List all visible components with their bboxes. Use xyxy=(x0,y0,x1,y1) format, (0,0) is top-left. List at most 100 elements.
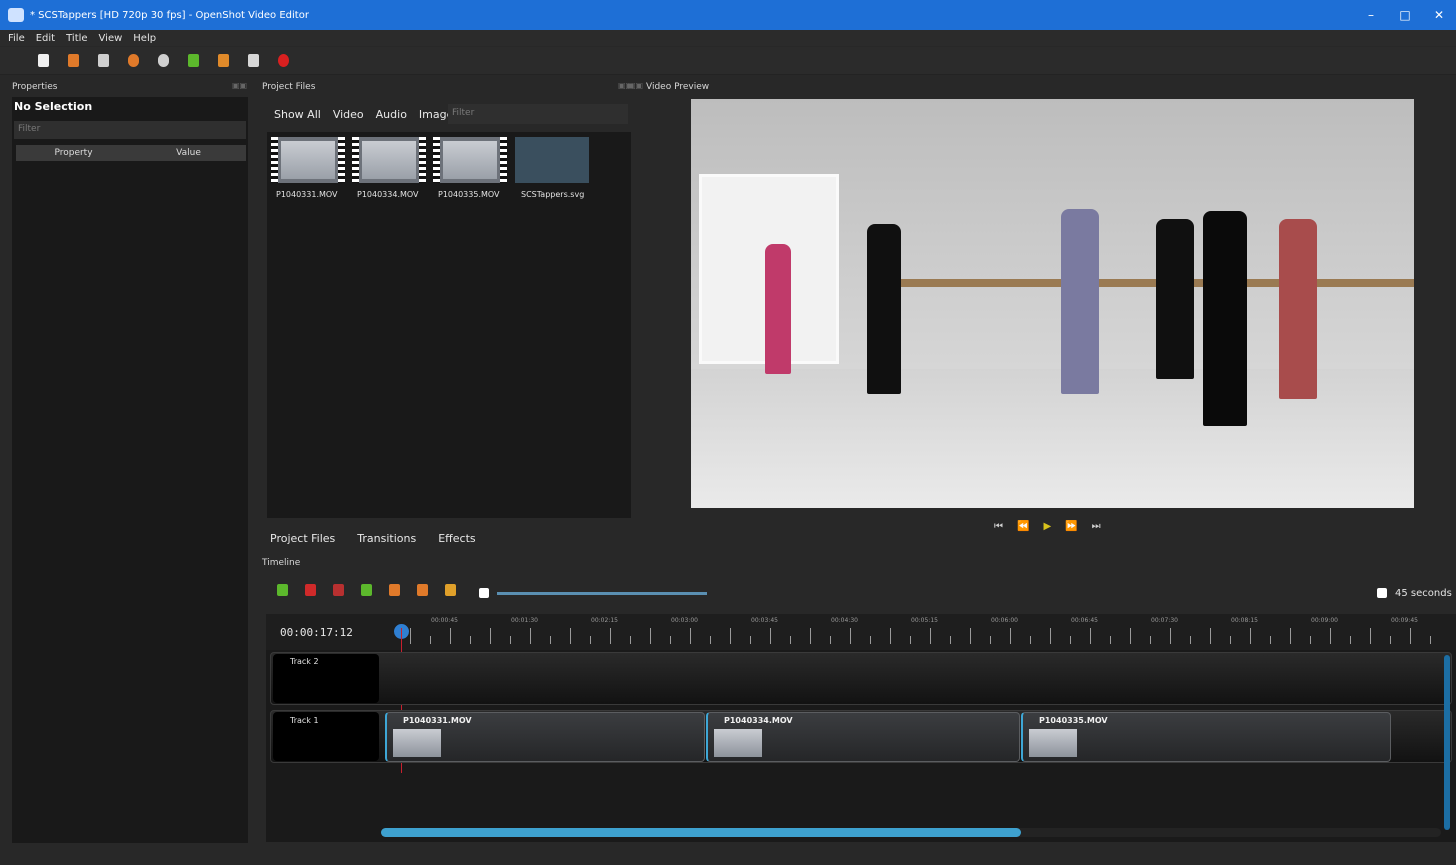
save-project-icon[interactable] xyxy=(98,54,109,67)
ruler-tick-label: 00:00:45 xyxy=(431,617,458,624)
ruler-tick xyxy=(450,628,451,644)
ruler-tick-label: 00:04:30 xyxy=(831,617,858,624)
jump-end-icon[interactable]: ⏭ xyxy=(1092,521,1101,532)
clip-name: P1040334.MOV xyxy=(724,716,793,725)
timeline-vertical-scrollbar[interactable] xyxy=(1444,655,1450,830)
redo-icon[interactable] xyxy=(158,54,169,67)
dock-grip-icon[interactable]: ▣▣ xyxy=(628,81,643,90)
ruler-tick xyxy=(430,636,431,644)
ruler-tick xyxy=(650,628,651,644)
file-thumbnail[interactable] xyxy=(433,137,507,183)
previous-marker-icon[interactable] xyxy=(389,584,400,596)
video-preview-frame[interactable] xyxy=(691,99,1414,508)
ruler-tick-label: 00:08:15 xyxy=(1231,617,1258,624)
import-files-icon[interactable] xyxy=(188,54,199,67)
ruler-tick xyxy=(530,628,531,644)
close-button[interactable]: ✕ xyxy=(1422,8,1456,22)
open-project-icon[interactable] xyxy=(68,54,79,67)
next-marker-icon[interactable] xyxy=(417,584,428,596)
snapping-icon[interactable] xyxy=(305,584,316,596)
ruler-tick xyxy=(1330,628,1331,644)
property-column-header[interactable]: Property xyxy=(16,148,131,158)
ruler-tick xyxy=(630,636,631,644)
timecode-display: 00:00:17:12 xyxy=(280,626,353,639)
properties-panel xyxy=(12,97,248,843)
add-track-icon[interactable] xyxy=(277,584,288,596)
menu-view[interactable]: View xyxy=(99,33,123,44)
timeline-clip[interactable]: P1040334.MOV xyxy=(706,712,1020,762)
ruler-tick xyxy=(410,628,411,644)
project-files-filter-tabs: Show All Video Audio Image xyxy=(274,108,465,121)
timeline-dock-title: Timeline xyxy=(262,558,301,568)
add-marker-icon[interactable] xyxy=(361,584,372,596)
tab-show-all[interactable]: Show All xyxy=(274,108,321,121)
ruler-tick xyxy=(1430,636,1431,644)
menu-title[interactable]: Title xyxy=(66,33,87,44)
ruler-tick xyxy=(1390,636,1391,644)
undo-icon[interactable] xyxy=(128,54,139,67)
maximize-button[interactable]: □ xyxy=(1388,8,1422,22)
ruler-tick xyxy=(1350,636,1351,644)
value-column-header[interactable]: Value xyxy=(131,148,246,158)
menu-edit[interactable]: Edit xyxy=(36,33,55,44)
razor-icon[interactable] xyxy=(333,584,344,596)
zoom-slider-handle[interactable] xyxy=(479,588,489,598)
player-controls: ⏮ ⏪ ▶ ⏩ ⏭ xyxy=(994,521,1115,532)
ruler-tick xyxy=(1070,636,1071,644)
track-name: Track 1 xyxy=(290,716,319,725)
ruler-tick xyxy=(710,636,711,644)
ruler-tick xyxy=(730,628,731,644)
zoom-checkbox-icon[interactable] xyxy=(1377,588,1387,598)
timeline-scroll-thumb[interactable] xyxy=(381,828,1021,837)
ruler-tick xyxy=(590,636,591,644)
dock-grip-icon[interactable]: ▣▣ xyxy=(232,81,247,90)
rewind-icon[interactable]: ⏪ xyxy=(1017,521,1029,532)
ruler-tick xyxy=(930,628,931,644)
ruler-tick-label: 00:03:45 xyxy=(751,617,778,624)
timeline-clip[interactable]: P1040331.MOV xyxy=(385,712,705,762)
fast-forward-icon[interactable]: ⏩ xyxy=(1065,521,1077,532)
ruler-tick xyxy=(1410,628,1411,644)
minimize-button[interactable]: – xyxy=(1354,8,1388,22)
ruler-tick xyxy=(790,636,791,644)
file-name: SCSTappers.svg xyxy=(521,190,585,199)
tab-audio[interactable]: Audio xyxy=(376,108,407,121)
menu-help[interactable]: Help xyxy=(133,33,156,44)
file-thumbnail[interactable] xyxy=(271,137,345,183)
tab-effects[interactable]: Effects xyxy=(436,532,477,545)
ruler-tick xyxy=(830,636,831,644)
new-project-icon[interactable] xyxy=(38,54,49,67)
ruler-tick-label: 00:03:00 xyxy=(671,617,698,624)
properties-filter-input[interactable]: Filter xyxy=(14,121,246,139)
track-row[interactable] xyxy=(270,652,1452,705)
ruler-tick xyxy=(490,628,491,644)
ruler-tick xyxy=(1110,636,1111,644)
ruler-tick xyxy=(1150,636,1151,644)
fullscreen-icon[interactable] xyxy=(248,54,259,67)
profile-icon[interactable] xyxy=(218,54,229,67)
window-title: * SCSTappers [HD 720p 30 fps] - OpenShot… xyxy=(30,9,309,21)
timeline-clip[interactable]: P1040335.MOV xyxy=(1021,712,1391,762)
center-playhead-icon[interactable] xyxy=(445,584,456,596)
track-header[interactable] xyxy=(273,712,379,761)
file-name: P1040331.MOV xyxy=(276,190,338,199)
ruler-tick-label: 00:05:15 xyxy=(911,617,938,624)
zoom-slider[interactable] xyxy=(497,592,707,595)
file-thumbnail[interactable] xyxy=(515,137,589,183)
file-name: P1040335.MOV xyxy=(438,190,500,199)
jump-start-icon[interactable]: ⏮ xyxy=(994,521,1003,532)
ruler-tick xyxy=(470,636,471,644)
file-name: P1040334.MOV xyxy=(357,190,419,199)
play-icon[interactable]: ▶ xyxy=(1043,521,1051,532)
menu-file[interactable]: File xyxy=(8,33,25,44)
project-files-filter-input[interactable]: Filter xyxy=(448,104,628,124)
tab-project-files[interactable]: Project Files xyxy=(268,532,337,545)
clip-name: P1040331.MOV xyxy=(403,716,472,725)
track-header[interactable] xyxy=(273,654,379,703)
tab-video[interactable]: Video xyxy=(333,108,364,121)
tab-transitions[interactable]: Transitions xyxy=(355,532,418,545)
export-video-icon[interactable] xyxy=(278,54,289,67)
file-thumbnail[interactable] xyxy=(352,137,426,183)
dock-tabs: Project Files Transitions Effects xyxy=(268,532,496,545)
ruler-tick xyxy=(510,636,511,644)
